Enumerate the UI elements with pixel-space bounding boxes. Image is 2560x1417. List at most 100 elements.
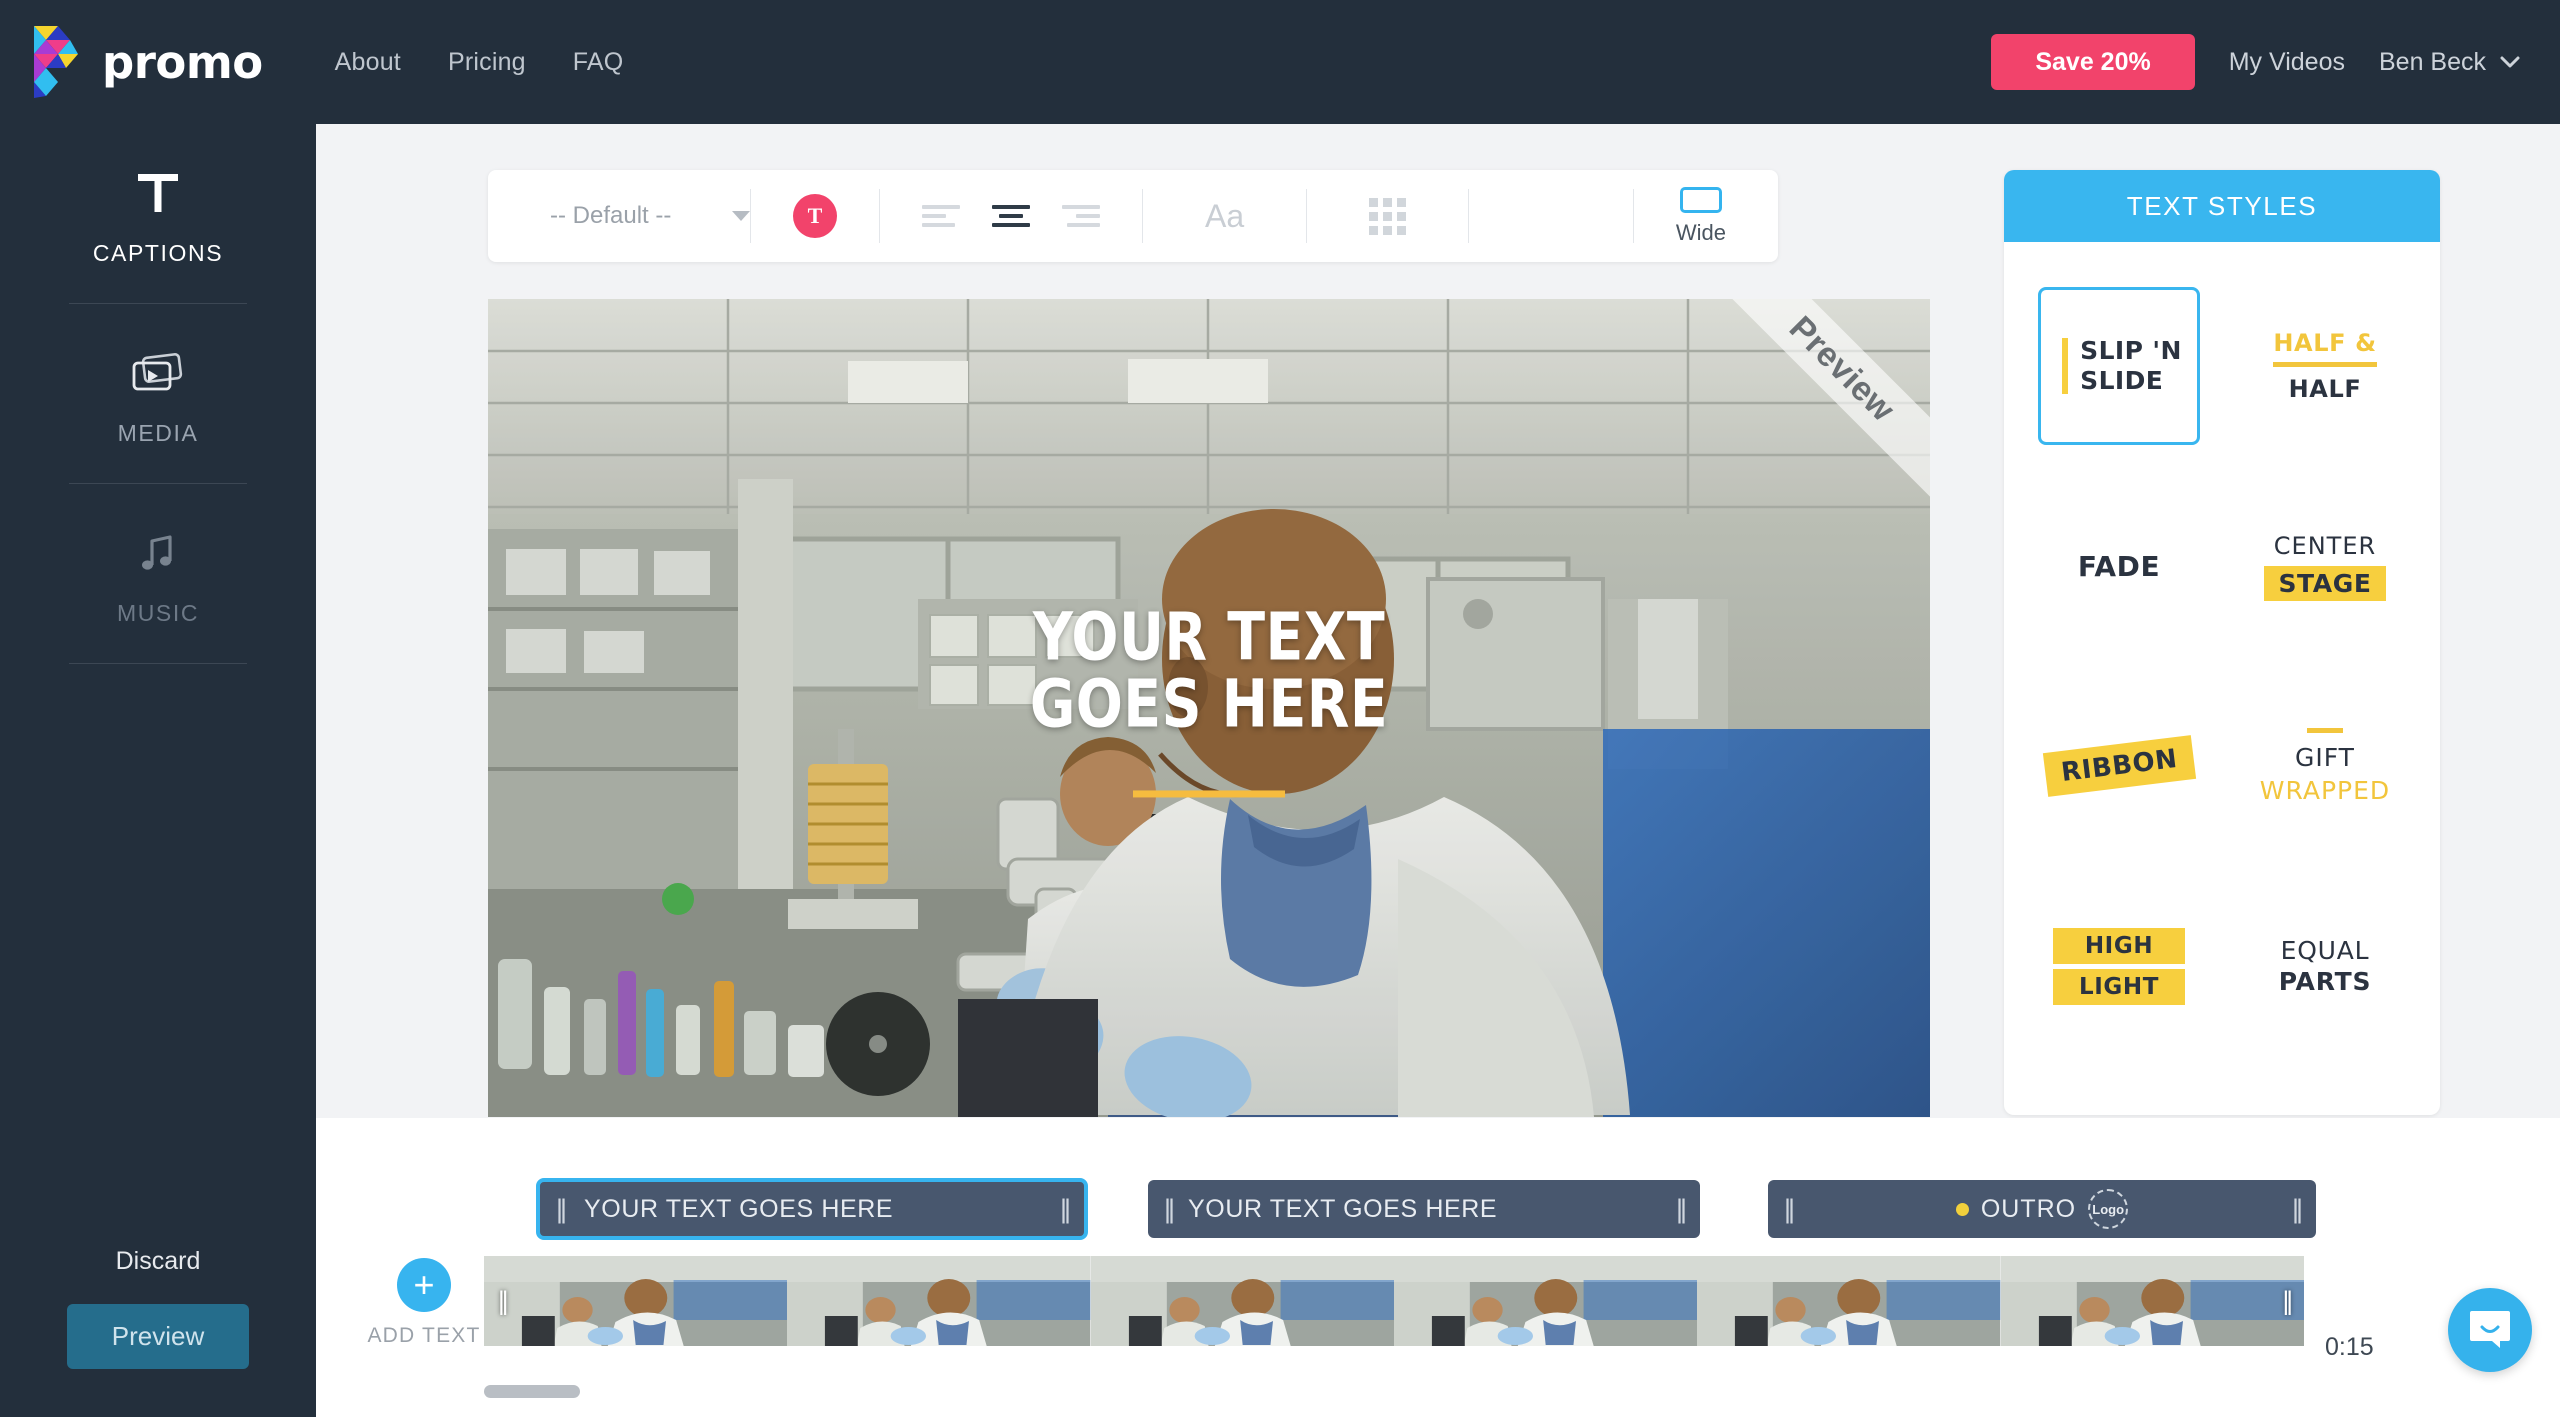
nav-about[interactable]: About: [335, 48, 401, 77]
outro-label: OUTRO: [1980, 1194, 2077, 1223]
timeline-scrollbar[interactable]: [484, 1385, 580, 1398]
chevron-down-icon: [2500, 56, 2520, 68]
resize-handle-right[interactable]: ||: [2276, 1194, 2316, 1225]
style-accent-bar: [2062, 338, 2069, 394]
outro-segment[interactable]: || OUTRO Logo ||: [1768, 1180, 2316, 1238]
media-clips-icon: [130, 342, 186, 404]
filmstrip-frame: [1697, 1256, 2001, 1346]
grid-layout-icon[interactable]: [1369, 197, 1407, 235]
toolbar-divider: [1306, 189, 1308, 243]
trim-handle-right[interactable]: ||: [2282, 1286, 2292, 1317]
plus-icon: +: [397, 1258, 451, 1312]
caption-segment-2[interactable]: || YOUR TEXT GOES HERE ||: [1148, 1180, 1700, 1238]
frame-thumb: [1697, 1256, 2001, 1346]
outro-logo-placeholder[interactable]: Logo: [2088, 1189, 2129, 1229]
font-size-button[interactable]: Aa: [1205, 198, 1244, 235]
toolbar-divider: [1142, 189, 1143, 243]
chevron-down-icon: [732, 211, 750, 221]
text-style-gift-wrapped[interactable]: GIFT WRAPPED: [2222, 666, 2428, 866]
nav-faq[interactable]: FAQ: [573, 48, 624, 77]
left-sidebar: CAPTIONS MEDIA MUSIC Discard Preview: [0, 124, 316, 1417]
filmstrip-frame: [484, 1256, 788, 1346]
toolbar-divider: [879, 189, 880, 243]
text-style-center-stage[interactable]: CENTER STAGE: [2222, 466, 2428, 666]
style-accent-dash: [2306, 727, 2343, 733]
video-caption-line-1: YOUR TEXT: [1032, 598, 1386, 676]
main-nav: About Pricing FAQ: [335, 48, 624, 77]
resize-handle-left[interactable]: ||: [1148, 1194, 1188, 1225]
sidebar-footer: Discard Preview: [0, 1247, 316, 1417]
nav-pricing[interactable]: Pricing: [448, 48, 526, 77]
user-name: Ben Beck: [2378, 47, 2486, 76]
style-line-1: EQUAL: [2280, 936, 2370, 965]
user-menu[interactable]: Ben Beck: [2379, 48, 2520, 77]
style-line-2: PARTS: [2278, 967, 2372, 996]
resize-handle-right[interactable]: ||: [1660, 1194, 1700, 1225]
style-line-1: GIFT: [2295, 742, 2355, 772]
style-line-2: WRAPPED: [2259, 775, 2391, 805]
video-duration: 0:15: [2325, 1333, 2374, 1361]
aspect-ratio-wide-button[interactable]: Wide: [1676, 186, 1726, 246]
promo-triangles-logo-icon: [30, 22, 84, 102]
caption-segment-text: YOUR TEXT GOES HERE: [1188, 1194, 1498, 1223]
sidebar-item-captions[interactable]: CAPTIONS: [0, 124, 316, 267]
style-line-1: FADE: [2077, 549, 2161, 583]
sidebar-item-media[interactable]: MEDIA: [0, 304, 316, 447]
filmstrip-frame: [1090, 1256, 1394, 1346]
filmstrip-frame: [1393, 1256, 1698, 1346]
my-videos-link[interactable]: My Videos: [2229, 48, 2345, 77]
align-left-icon[interactable]: [922, 205, 960, 227]
text-style-half-and-half[interactable]: HALF & HALF: [2222, 266, 2428, 466]
style-line-1: SLIP 'N: [2080, 335, 2182, 365]
video-caption-line-2: GOES HERE: [1029, 665, 1389, 743]
caption-segment-1[interactable]: || YOUR TEXT GOES HERE ||: [536, 1178, 1088, 1240]
style-line-2: HALF: [2288, 375, 2362, 403]
video-caption-overlay[interactable]: YOUR TEXT GOES HERE: [488, 598, 1930, 798]
filmstrip-frame: [2000, 1256, 2304, 1346]
font-select[interactable]: -- Default --: [550, 202, 750, 230]
style-line-2: STAGE: [2264, 565, 2386, 601]
align-group: [922, 205, 1100, 227]
video-filmstrip[interactable]: || ||: [484, 1256, 2304, 1346]
resize-handle-right[interactable]: ||: [1044, 1194, 1084, 1225]
style-line-1: HIGH: [2052, 927, 2186, 964]
preview-button[interactable]: Preview: [67, 1304, 249, 1369]
text-style-equal-parts[interactable]: EQUAL PARTS: [2222, 866, 2428, 1066]
align-right-icon[interactable]: [1062, 205, 1100, 227]
text-toolbar: -- Default -- T Aa Wide: [488, 170, 1778, 262]
filmstrip-frame: [787, 1256, 1091, 1346]
toolbar-divider: [750, 189, 751, 243]
discard-button[interactable]: Discard: [116, 1247, 201, 1276]
text-style-slip-n-slide[interactable]: SLIP 'N SLIDE: [2016, 266, 2222, 466]
sidebar-item-label: MUSIC: [116, 600, 200, 626]
text-style-highlight[interactable]: HIGH LIGHT: [2016, 866, 2222, 1066]
brand[interactable]: promo: [30, 22, 263, 102]
sidebar-item-label: CAPTIONS: [92, 240, 224, 266]
app-root: promo About Pricing FAQ Save 20% My Vide…: [0, 0, 2560, 1417]
frame-thumb: [1393, 1256, 1698, 1346]
sidebar-item-label: MEDIA: [117, 420, 199, 446]
sidebar-divider: [69, 663, 247, 664]
resize-handle-left[interactable]: ||: [540, 1194, 580, 1225]
frame-thumb: [787, 1256, 1091, 1346]
text-styles-grid: SLIP 'N SLIDE HALF & HALF FADE CENTER ST…: [2004, 242, 2440, 1066]
save-discount-button[interactable]: Save 20%: [1991, 34, 2195, 90]
align-center-icon[interactable]: [992, 205, 1030, 227]
chat-widget-button[interactable]: [2448, 1288, 2532, 1372]
text-styles-panel: TEXT STYLES SLIP 'N SLIDE HALF & HALF FA…: [2004, 170, 2440, 1115]
add-text-button[interactable]: + ADD TEXT: [362, 1258, 486, 1348]
toolbar-divider: [1468, 189, 1470, 243]
top-header: promo About Pricing FAQ Save 20% My Vide…: [0, 0, 2560, 124]
music-note-icon: [136, 522, 180, 584]
font-select-value: -- Default --: [550, 202, 672, 229]
editor-stage: -- Default -- T Aa Wide Preview YOUR TEX…: [316, 124, 2560, 1118]
text-style-ribbon[interactable]: RIBBON: [2016, 666, 2222, 866]
video-preview[interactable]: Preview YOUR TEXT GOES HERE: [488, 299, 1930, 1117]
text-color-icon[interactable]: T: [793, 194, 837, 238]
text-style-fade[interactable]: FADE: [2016, 466, 2222, 666]
trim-handle-left[interactable]: ||: [498, 1286, 508, 1317]
style-line-2: LIGHT: [2052, 968, 2186, 1005]
sidebar-item-music[interactable]: MUSIC: [0, 484, 316, 627]
resize-handle-left[interactable]: ||: [1768, 1194, 1808, 1225]
frame-thumb: [484, 1256, 788, 1346]
